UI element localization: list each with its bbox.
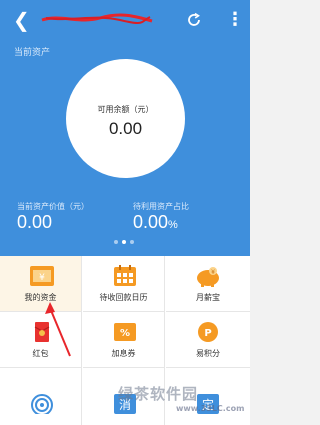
- grid-item-monthly-salary[interactable]: ¥ 月薪宝: [166, 256, 250, 312]
- target-icon: [31, 394, 53, 414]
- coupon-icon: %: [114, 323, 136, 341]
- piggy-bank-icon: ¥: [197, 267, 219, 287]
- page-dot-1: [114, 240, 118, 244]
- grid-item-label: 加息券: [111, 349, 136, 358]
- grid-item-target[interactable]: [0, 368, 82, 425]
- svg-text:¥: ¥: [39, 273, 45, 283]
- grid-item-calendar[interactable]: 待收回款日历: [83, 256, 165, 312]
- calendar-icon: [114, 265, 136, 286]
- grid-item-label: 易积分: [196, 349, 220, 358]
- points-icon: P: [198, 322, 218, 342]
- more-menu-icon[interactable]: ⋮: [226, 10, 244, 30]
- svg-text:P: P: [204, 328, 211, 339]
- current-assets-label: 当前资产: [14, 48, 51, 58]
- profit-ratio-number: 0.00: [133, 212, 169, 232]
- watermark-url: www.33LC.com: [176, 404, 245, 413]
- back-icon[interactable]: ❮: [13, 10, 30, 30]
- grid-item-label: 待收回款日历: [99, 293, 148, 302]
- svg-text:¥: ¥: [211, 269, 215, 276]
- profit-ratio-unit: %: [168, 219, 178, 231]
- page-dot-3: [130, 240, 134, 244]
- grid-item-points[interactable]: P 易积分: [166, 312, 250, 368]
- asset-value: 0.00: [17, 212, 53, 232]
- asset-header: ❮ ⋮ 当前资产 可用余额（元） 0.00 当前资产价值（元） 0.00 待利用…: [0, 0, 250, 256]
- available-balance-value: 0.00: [108, 119, 143, 138]
- top-bar: ❮ ⋮: [0, 0, 250, 40]
- asset-value-label: 当前资产价值（元）: [17, 202, 89, 211]
- annotation-arrow: [45, 302, 71, 357]
- svg-text:%: %: [120, 328, 130, 339]
- page-dot-2: [122, 240, 126, 244]
- page-indicator: [114, 240, 138, 246]
- refresh-icon[interactable]: [186, 12, 202, 28]
- watermark-text: 绿茶软件园: [118, 385, 199, 403]
- grid-item-label: 月薪宝: [196, 293, 220, 302]
- balance-circle: 可用余额（元） 0.00: [66, 59, 185, 178]
- available-balance-label: 可用余额（元）: [97, 105, 154, 114]
- grid-item-rate-coupon[interactable]: % 加息券: [83, 312, 165, 368]
- profit-ratio-value: 0.00%: [133, 212, 178, 233]
- profit-ratio-label: 待利用资产占比: [133, 202, 189, 211]
- wallet-icon: ¥: [30, 266, 54, 286]
- redacted-title-scribble: [41, 13, 153, 25]
